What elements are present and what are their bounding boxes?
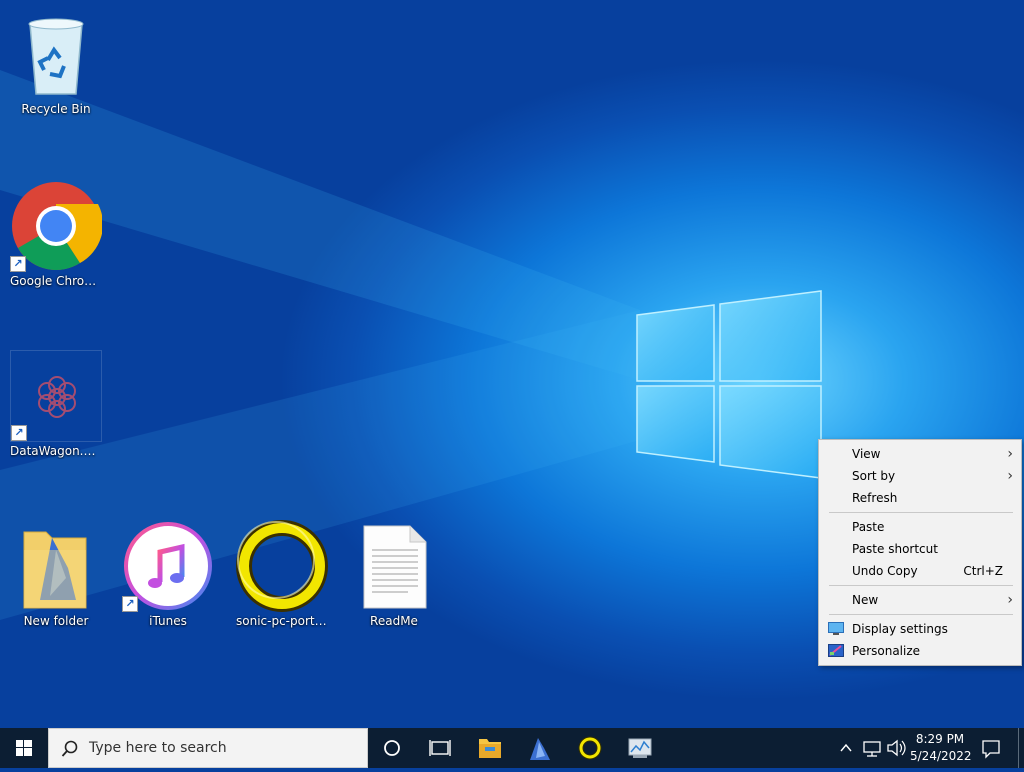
action-center-button[interactable] (976, 728, 1006, 768)
desktop-icon-google-chrome[interactable]: ↗ Google Chrome (10, 180, 103, 289)
chevron-up-icon (840, 743, 852, 752)
menu-item-view[interactable]: View › (819, 443, 1021, 465)
taskbar: Type here to search 8:29 PM 5/24/2022 (0, 728, 1024, 768)
search-icon (61, 740, 78, 757)
chevron-right-icon: › (1007, 592, 1013, 608)
chrome-icon: ↗ (10, 180, 103, 272)
desktop-icon-readme[interactable]: ReadMe (348, 520, 440, 629)
desktop-icon-label: DataWagon.com (10, 444, 102, 458)
chevron-right-icon: › (1007, 468, 1013, 484)
personalize-icon (828, 644, 844, 657)
desktop-icon-label: Google Chrome (10, 274, 102, 288)
recycle-bin-icon (10, 8, 102, 100)
menu-item-sort-by[interactable]: Sort by › (819, 465, 1021, 487)
search-placeholder: Type here to search (89, 740, 227, 756)
folder-icon (10, 520, 102, 612)
menu-item-undo-copy[interactable]: Undo Copy Ctrl+Z (819, 560, 1021, 582)
menu-item-personalize[interactable]: Personalize (819, 640, 1021, 662)
taskbar-app-crystal[interactable] (516, 728, 564, 768)
menu-separator (829, 585, 1013, 586)
network-button[interactable] (860, 728, 884, 768)
network-icon (863, 741, 881, 757)
cortana-circle-icon (384, 740, 400, 756)
task-view-icon (429, 740, 451, 756)
show-desktop-button[interactable] (1018, 728, 1024, 768)
taskbar-app-sonic[interactable] (566, 728, 614, 768)
windows-logo (636, 290, 822, 479)
text-file-icon (348, 520, 440, 612)
windows-start-icon (16, 740, 32, 756)
desktop-icon-itunes[interactable]: ↗ iTunes (122, 520, 214, 629)
cortana-button[interactable] (368, 728, 416, 768)
desktop-icon-label: Recycle Bin (21, 102, 91, 116)
taskbar-file-explorer[interactable] (466, 728, 514, 768)
desktop-icon-label: sonic-pc-port-re... (236, 614, 328, 628)
display-icon (828, 622, 844, 635)
menu-item-new[interactable]: New › (819, 589, 1021, 611)
clock-time: 8:29 PM (915, 732, 965, 746)
notification-icon (982, 740, 1000, 759)
desktop-icon-recycle-bin[interactable]: Recycle Bin (10, 8, 102, 117)
desktop-icon-datawagon[interactable]: ↗ DataWagon.com (10, 350, 102, 459)
menu-item-refresh[interactable]: Refresh (819, 487, 1021, 509)
desktop-icon-label: iTunes (149, 614, 187, 628)
clock-date: 5/24/2022 (910, 749, 972, 763)
desktop-icon-label: ReadMe (370, 614, 418, 628)
shortcut-arrow-icon: ↗ (10, 256, 26, 272)
desktop-icon-sonic[interactable]: sonic-pc-port-re... (236, 520, 328, 629)
desktop-context-menu: View › Sort by › Refresh Paste Paste sho… (818, 439, 1022, 666)
menu-separator (829, 512, 1013, 513)
file-explorer-icon (479, 739, 501, 758)
desktop-icon-label: New folder (23, 614, 89, 628)
taskbar-app-monitor[interactable] (616, 728, 664, 768)
itunes-icon: ↗ (122, 520, 214, 612)
menu-item-paste[interactable]: Paste (819, 516, 1021, 538)
menu-shortcut-hint: Ctrl+Z (963, 564, 1003, 578)
sonic-ring-icon (578, 736, 602, 760)
resource-monitor-icon (628, 738, 652, 758)
crystal-app-icon (530, 738, 550, 760)
menu-item-paste-shortcut[interactable]: Paste shortcut (819, 538, 1021, 560)
speaker-icon (887, 739, 906, 757)
clock-button[interactable]: 8:29 PM 5/24/2022 (910, 728, 972, 768)
datawagon-icon: ↗ (10, 350, 102, 442)
menu-item-display-settings[interactable]: Display settings (819, 618, 1021, 640)
menu-separator (829, 614, 1013, 615)
taskbar-search-box[interactable]: Type here to search (48, 728, 368, 768)
show-hidden-icons-button[interactable] (836, 728, 856, 768)
chevron-right-icon: › (1007, 446, 1013, 462)
sonic-ring-icon (236, 520, 328, 612)
volume-button[interactable] (884, 728, 908, 768)
shortcut-arrow-icon: ↗ (11, 425, 27, 441)
desktop-icon-new-folder[interactable]: New folder (10, 520, 102, 629)
task-view-button[interactable] (416, 728, 464, 768)
start-button[interactable] (0, 728, 48, 768)
shortcut-arrow-icon: ↗ (122, 596, 138, 612)
